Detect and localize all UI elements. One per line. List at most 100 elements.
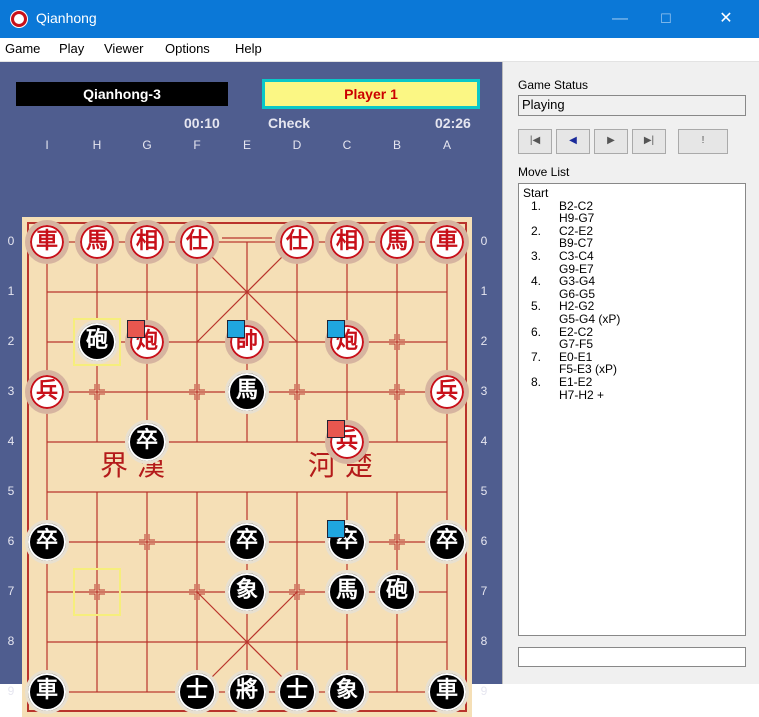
menu-game[interactable]: Game	[5, 41, 40, 56]
row-label-right-9: 9	[480, 684, 488, 698]
menu-help[interactable]: Help	[235, 41, 262, 56]
row-label-8: 8	[7, 634, 15, 648]
message-field	[518, 647, 746, 667]
black-move: G5-G4 (xP)	[559, 311, 621, 326]
red-piece[interactable]: 車	[425, 220, 469, 264]
player-clock: 02:26	[435, 115, 471, 131]
red-piece[interactable]: 兵	[425, 370, 469, 414]
window-title: Qianhong	[36, 10, 97, 26]
opponent-clock: 00:10	[184, 115, 220, 131]
red-piece[interactable]: 仕	[175, 220, 219, 264]
first-move-button[interactable]: |◀	[518, 129, 552, 154]
black-piece[interactable]: 砲	[75, 320, 119, 364]
current-player-box: Player 1	[262, 79, 480, 109]
black-piece[interactable]: 卒	[225, 520, 269, 564]
black-move: H9-G7	[559, 211, 595, 226]
move-number: 6.	[531, 324, 542, 339]
row-label-6: 6	[7, 534, 15, 548]
move-number: 2.	[531, 223, 542, 238]
column-label-d: D	[292, 138, 302, 152]
red-piece[interactable]: 車	[25, 220, 69, 264]
row-label-right-7: 7	[480, 584, 488, 598]
current-player-name: Player 1	[265, 82, 477, 106]
red-piece[interactable]: 馬	[75, 220, 119, 264]
black-piece[interactable]: 馬	[225, 370, 269, 414]
game-status-label: Game Status	[518, 78, 589, 92]
close-button[interactable]: ✕	[703, 0, 749, 38]
row-label-right-2: 2	[480, 334, 488, 348]
side-panel: Game Status Playing |◀ ◀ ▶ ▶| ! Move Lis…	[502, 62, 759, 684]
move-start: Start	[523, 186, 549, 200]
row-label-7: 7	[7, 584, 15, 598]
black-piece[interactable]: 馬	[325, 570, 369, 614]
move-row: G5-G4 (xP)	[523, 313, 741, 326]
red-move: C3-C4	[559, 248, 594, 263]
column-label-a: A	[442, 138, 451, 152]
red-move: E1-E2	[559, 374, 593, 389]
black-piece[interactable]: 卒	[425, 520, 469, 564]
move-number: 4.	[531, 274, 542, 289]
hint-button[interactable]: !	[678, 129, 728, 154]
black-piece[interactable]: 砲	[375, 570, 419, 614]
row-label-0: 0	[7, 234, 15, 248]
move-marker	[327, 420, 345, 438]
row-label-2: 2	[7, 334, 15, 348]
black-piece[interactable]: 士	[275, 670, 319, 714]
move-row: B9-C7	[523, 237, 741, 250]
row-label-5: 5	[7, 484, 15, 498]
move-row: G6-G5	[523, 288, 741, 301]
move-row: 6. E2-C2	[523, 324, 741, 339]
red-piece[interactable]: 馬	[375, 220, 419, 264]
black-piece[interactable]: 象	[225, 570, 269, 614]
move-row: H9-G7	[523, 212, 741, 225]
move-row: 2. C2-E2	[523, 225, 741, 238]
column-label-e: E	[242, 138, 251, 152]
black-piece[interactable]: 象	[325, 670, 369, 714]
game-status-field: Playing	[518, 95, 746, 116]
board-grid	[27, 222, 467, 712]
menu-play[interactable]: Play	[59, 41, 84, 56]
red-piece[interactable]: 仕	[275, 220, 319, 264]
last-move-button[interactable]: ▶|	[632, 129, 666, 154]
black-piece[interactable]: 卒	[125, 420, 169, 464]
move-list[interactable]: Start 1. B2-C2 H9-G7 2. C2-E2 B9-C7 3. C3-C4 G9-…	[518, 183, 746, 636]
red-piece[interactable]: 相	[125, 220, 169, 264]
opponent-name: Qianhong-3	[16, 82, 228, 106]
xiangqi-board[interactable]: 界 漢 河 楚 車馬相仕仕相馬車砲炮帥炮兵馬兵卒兵卒卒卒卒象馬砲車士將士象車	[22, 217, 472, 717]
app-icon	[10, 10, 28, 28]
menu-options[interactable]: Options	[165, 41, 210, 56]
move-number: 1.	[531, 198, 542, 213]
column-label-g: G	[142, 138, 152, 152]
red-piece[interactable]: 兵	[25, 370, 69, 414]
row-label-right-0: 0	[480, 234, 488, 248]
row-label-right-6: 6	[480, 534, 488, 548]
move-row: 4. G3-G4	[523, 275, 741, 288]
black-piece[interactable]: 將	[225, 670, 269, 714]
black-piece[interactable]: 車	[425, 670, 469, 714]
red-piece[interactable]: 相	[325, 220, 369, 264]
minimize-button[interactable]: —	[597, 0, 643, 38]
black-piece[interactable]: 車	[25, 670, 69, 714]
move-number: 7.	[531, 349, 542, 364]
maximize-button[interactable]: ☐	[643, 0, 689, 38]
move-row: 3. C3-C4	[523, 250, 741, 263]
move-row: 1. B2-C2	[523, 198, 741, 213]
row-label-right-1: 1	[480, 284, 488, 298]
next-move-button[interactable]: ▶	[594, 129, 628, 154]
title-bar: Qianhong — ☐ ✕	[0, 0, 759, 38]
previous-move-button[interactable]: ◀	[556, 129, 590, 154]
menu-viewer[interactable]: Viewer	[104, 41, 144, 56]
move-row: H7-H2 +	[523, 388, 741, 402]
column-label-i: I	[45, 138, 49, 152]
black-piece[interactable]: 卒	[25, 520, 69, 564]
move-row: G9-E7	[523, 262, 741, 276]
black-piece[interactable]: 士	[175, 670, 219, 714]
column-label-b: B	[392, 138, 401, 152]
row-label-right-3: 3	[480, 384, 488, 398]
row-label-3: 3	[7, 384, 15, 398]
selection-highlight	[73, 568, 121, 616]
move-list-label: Move List	[518, 165, 570, 179]
row-label-1: 1	[7, 284, 15, 298]
move-row: F5-E3 (xP)	[523, 363, 741, 376]
column-label-f: F	[193, 138, 201, 152]
